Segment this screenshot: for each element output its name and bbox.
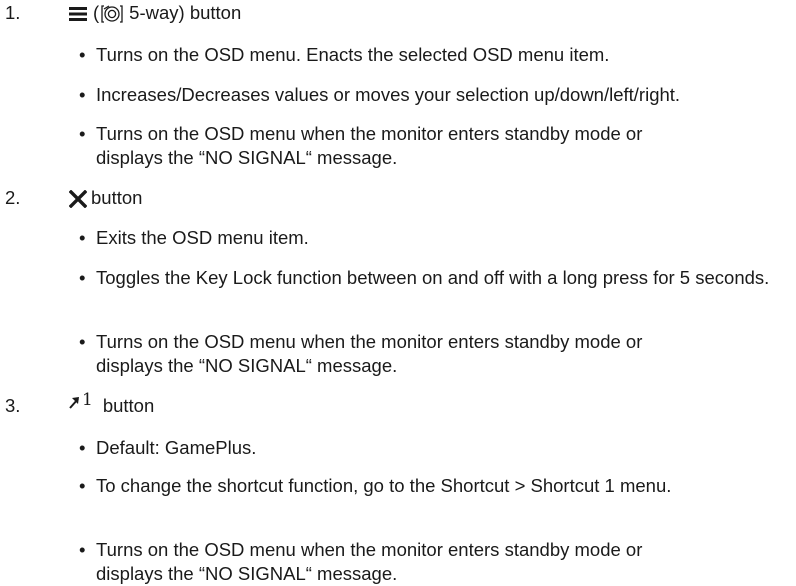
bullet-dot: • — [79, 227, 86, 248]
bullet-text: To change the shortcut function, go to t… — [96, 475, 672, 496]
bullet-dot: • — [79, 44, 86, 65]
bullet-dot: • — [79, 84, 86, 105]
shortcut-digit: 1 — [82, 390, 93, 410]
item-heading-2: button — [69, 186, 142, 210]
item-heading-1: ( 5-way) button — [69, 1, 241, 25]
item-heading-text-2: button — [91, 187, 143, 208]
bullet-dot: • — [79, 123, 86, 144]
list-item: • Default: GamePlus. — [79, 436, 779, 460]
list-item: • Turns on the OSD menu when the monitor… — [79, 122, 709, 170]
item-heading-text-3: button — [102, 395, 155, 416]
item-heading-3: 1 button — [69, 390, 154, 416]
list-item: • To change the shortcut function, go to… — [79, 474, 709, 498]
bullet-text: Default: GamePlus. — [96, 437, 257, 458]
item-number-1: 1. — [5, 2, 21, 23]
bullet-text: Turns on the OSD menu when the monitor e… — [96, 123, 643, 168]
bullet-text: Exits the OSD menu item. — [96, 227, 309, 248]
item-number-3: 3. — [5, 395, 21, 416]
bullet-text: Toggles the Key Lock function between on… — [96, 267, 770, 288]
list-item: • Toggles the Key Lock function between … — [79, 266, 779, 290]
item-number-2: 2. — [5, 187, 21, 208]
menu-lines-icon — [69, 1, 87, 25]
item-heading-text-1: 5-way) button — [129, 2, 242, 23]
list-item: • Increases/Decreases values or moves yo… — [79, 83, 779, 107]
bullet-dot: • — [79, 475, 86, 496]
list-item: • Exits the OSD menu item. — [79, 226, 779, 250]
bullet-text: Turns on the OSD menu when the monitor e… — [96, 539, 643, 584]
bullet-dot: • — [79, 331, 86, 352]
list-item: • Turns on the OSD menu when the monitor… — [79, 330, 709, 378]
bullet-dot: • — [79, 539, 86, 560]
bullet-text: Increases/Decreases values or moves your… — [96, 84, 681, 105]
bullet-dot: • — [79, 437, 86, 458]
bullet-text: Turns on the OSD menu. Enacts the select… — [96, 44, 610, 65]
bullet-text: Turns on the OSD menu when the monitor e… — [96, 331, 643, 376]
close-x-icon — [69, 186, 87, 210]
item-heading-open-paren: ( — [93, 2, 100, 23]
list-item: • Turns on the OSD menu. Enacts the sele… — [79, 43, 779, 67]
list-item: • Turns on the OSD menu when the monitor… — [79, 538, 709, 586]
five-way-joystick-icon — [101, 1, 123, 25]
shortcut-arrow-icon — [69, 390, 81, 414]
bullet-dot: • — [79, 267, 86, 288]
